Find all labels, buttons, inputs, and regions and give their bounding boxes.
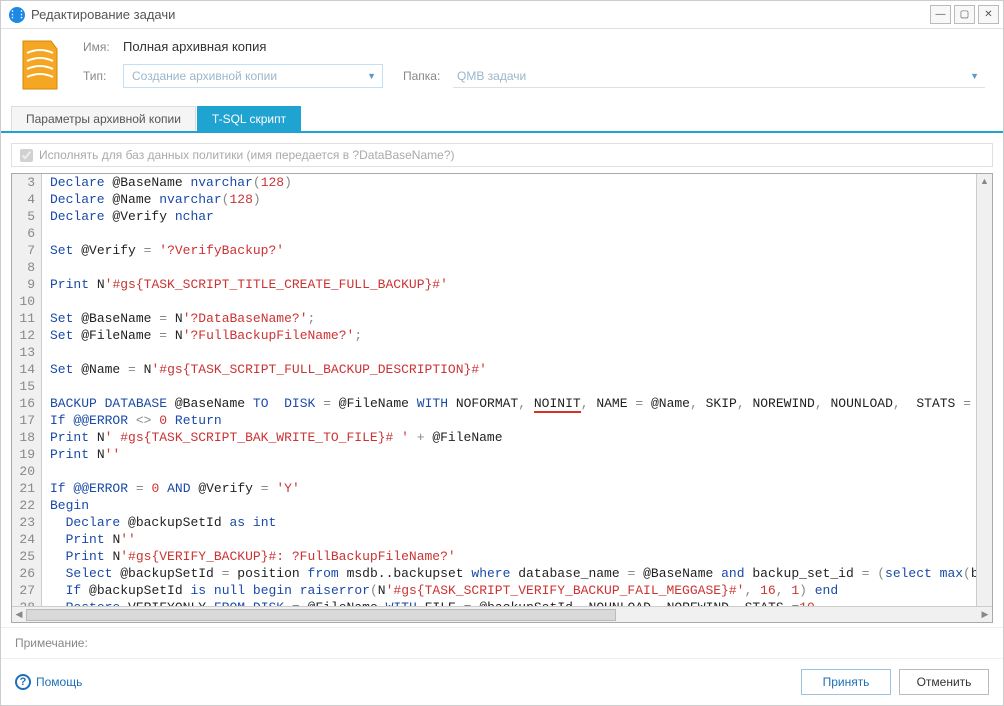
type-dropdown-value: Создание архивной копии bbox=[132, 69, 277, 83]
note-label: Примечание: bbox=[15, 636, 88, 650]
code-editor[interactable]: 3456789101112131415161718192021222324252… bbox=[11, 173, 993, 623]
type-label: Тип: bbox=[83, 69, 123, 83]
line-gutter: 3456789101112131415161718192021222324252… bbox=[12, 174, 42, 606]
help-link[interactable]: ? Помощь bbox=[15, 674, 82, 690]
minimize-button[interactable]: — bbox=[930, 5, 951, 24]
folder-label: Папка: bbox=[403, 69, 453, 83]
accept-button[interactable]: Принять bbox=[801, 669, 891, 695]
tab-backup-params[interactable]: Параметры архивной копии bbox=[11, 106, 196, 131]
window-title: Редактирование задачи bbox=[31, 7, 930, 22]
scroll-right-icon[interactable]: ▶ bbox=[978, 609, 992, 620]
folder-dropdown-value: QMB задачи bbox=[457, 69, 526, 83]
note-row: Примечание: bbox=[1, 627, 1003, 658]
help-label: Помощь bbox=[36, 675, 82, 689]
titlebar: ⋮⋮ Редактирование задачи — ▢ ✕ bbox=[1, 1, 1003, 29]
tab-bar: Параметры архивной копии T-SQL скрипт bbox=[1, 106, 1003, 133]
scroll-up-icon[interactable]: ▲ bbox=[980, 176, 989, 190]
scroll-left-icon[interactable]: ◀ bbox=[12, 609, 26, 620]
name-input[interactable]: Полная архивная копия bbox=[123, 39, 985, 54]
name-label: Имя: bbox=[83, 40, 123, 54]
horizontal-scrollbar[interactable]: ◀ ▶ bbox=[12, 606, 992, 622]
close-button[interactable]: ✕ bbox=[978, 5, 999, 24]
help-icon: ? bbox=[15, 674, 31, 690]
execute-for-policy-row: Исполнять для баз данных политики (имя п… bbox=[11, 143, 993, 167]
maximize-button[interactable]: ▢ bbox=[954, 5, 975, 24]
footer: ? Помощь Принять Отменить bbox=[1, 658, 1003, 705]
task-file-icon bbox=[17, 39, 63, 91]
type-dropdown[interactable]: Создание архивной копии ▼ bbox=[123, 64, 383, 88]
chevron-down-icon: ▼ bbox=[970, 71, 979, 81]
execute-for-policy-checkbox[interactable] bbox=[20, 149, 33, 162]
code-area[interactable]: Declare @BaseName nvarchar(128)Declare @… bbox=[42, 174, 992, 606]
app-icon: ⋮⋮ bbox=[9, 7, 25, 23]
tab-tsql-script[interactable]: T-SQL скрипт bbox=[197, 106, 301, 131]
scroll-thumb[interactable] bbox=[26, 609, 616, 621]
vertical-scrollbar[interactable]: ▲ bbox=[976, 174, 992, 606]
chevron-down-icon: ▼ bbox=[367, 71, 376, 81]
execute-for-policy-label: Исполнять для баз данных политики (имя п… bbox=[39, 148, 454, 162]
header-area: Имя: Полная архивная копия Тип: Создание… bbox=[1, 29, 1003, 106]
folder-dropdown[interactable]: QMB задачи ▼ bbox=[453, 64, 985, 88]
cancel-button[interactable]: Отменить bbox=[899, 669, 989, 695]
